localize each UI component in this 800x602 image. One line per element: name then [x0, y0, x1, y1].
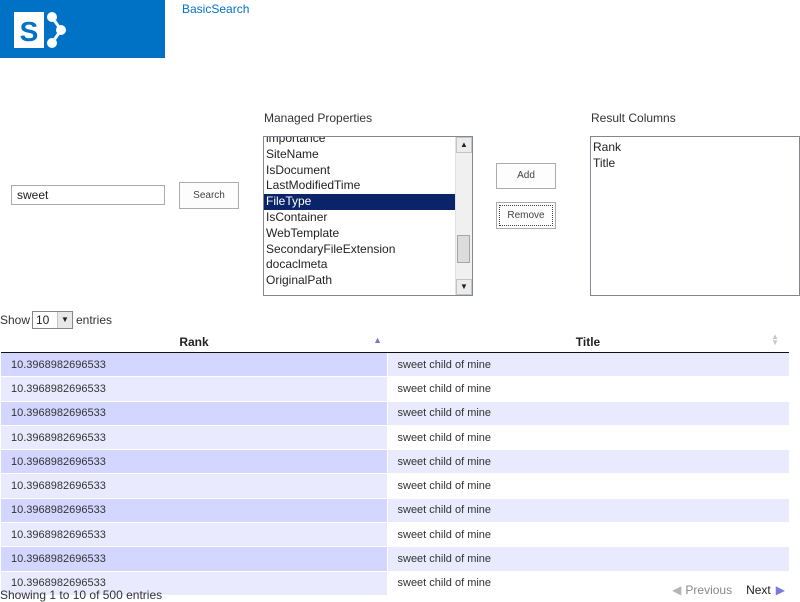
table-row[interactable]: 10.3968982696533 sweet child of mine	[1, 449, 789, 475]
result-column-item[interactable]: Rank	[591, 139, 621, 155]
cell-title: sweet child of mine	[387, 522, 789, 548]
previous-button[interactable]: Previous	[685, 583, 732, 597]
column-header-label: Title	[575, 335, 601, 349]
chevron-down-icon[interactable]: ▼	[57, 312, 72, 328]
cell-rank: 10.3968982696533	[1, 546, 388, 572]
previous-arrow-icon: ◀	[672, 582, 682, 597]
sort-both-icon: ▲ ▼	[771, 332, 779, 347]
result-columns-label: Result Columns	[591, 111, 676, 125]
listbox-item[interactable]: FileType	[264, 194, 456, 210]
next-button[interactable]: Next	[746, 583, 771, 597]
cell-title: sweet child of mine	[387, 376, 789, 402]
listbox-item[interactable]: IsDocument	[264, 163, 456, 179]
entries-per-page-select[interactable]: 10 ▼	[32, 311, 73, 329]
cell-rank: 10.3968982696533	[1, 473, 388, 499]
pagination: ◀ Previous Next ▶	[672, 582, 785, 597]
column-header-label: Rank	[179, 335, 209, 349]
managed-properties-listbox[interactable]: importance SiteName IsDocument LastModified…	[263, 136, 473, 296]
cell-rank: 10.3968982696533	[1, 498, 388, 524]
scrollbar-thumb[interactable]	[457, 235, 470, 263]
table-row[interactable]: 10.3968982696533 sweet child of mine	[1, 522, 789, 548]
show-label: Show	[0, 313, 31, 327]
result-column-item[interactable]: Title	[591, 155, 621, 171]
managed-properties-label: Managed Properties	[264, 111, 373, 125]
listbox-item[interactable]: OriginalPath	[264, 273, 456, 289]
cell-rank: 10.3968982696533	[1, 401, 388, 426]
cell-title: sweet child of mine	[387, 449, 789, 475]
sort-ascending-icon: ▲	[373, 335, 382, 345]
table-row[interactable]: 10.3968982696533 sweet child of mine	[1, 425, 789, 451]
add-button[interactable]: Add	[496, 163, 556, 189]
sharepoint-logo[interactable]: S	[0, 0, 165, 58]
listbox-item[interactable]: WebTemplate	[264, 226, 456, 242]
result-columns-listbox[interactable]: Rank Title	[590, 136, 800, 296]
table-row[interactable]: 10.3968982696533 sweet child of mine	[1, 498, 789, 524]
table-row[interactable]: 10.3968982696533 sweet child of mine	[1, 376, 789, 402]
table-row[interactable]: 10.3968982696533 sweet child of mine	[1, 546, 789, 572]
entries-per-page-value: 10	[36, 313, 50, 327]
next-arrow-icon: ▶	[775, 582, 785, 597]
cell-title: sweet child of mine	[387, 425, 789, 451]
sharepoint-icon: S	[14, 12, 66, 48]
cell-rank: 10.3968982696533	[1, 352, 388, 378]
table-info: Showing 1 to 10 of 500 entries	[0, 588, 163, 602]
listbox-item[interactable]: docaclmeta	[264, 257, 456, 273]
cell-title: sweet child of mine	[387, 498, 789, 524]
scroll-up-arrow-icon[interactable]: ▲	[456, 137, 472, 153]
cell-rank: 10.3968982696533	[1, 376, 388, 402]
listbox-scrollbar[interactable]: ▲ ▼	[455, 137, 472, 295]
search-input[interactable]	[11, 185, 165, 205]
listbox-item[interactable]: SecondaryFileExtension	[264, 242, 456, 258]
results-table: Rank ▲ Title ▲ ▼ 10.3968982696533 sweet ch…	[1, 332, 789, 596]
table-row[interactable]: 10.3968982696533 sweet child of mine	[1, 352, 789, 378]
cell-rank: 10.3968982696533	[1, 425, 388, 451]
entries-label: entries	[76, 313, 113, 327]
listbox-item[interactable]: LastModifiedTime	[264, 178, 456, 194]
remove-button[interactable]: Remove	[496, 202, 556, 229]
cell-rank: 10.3968982696533	[1, 449, 388, 475]
cell-title: sweet child of mine	[387, 352, 789, 378]
cell-rank: 10.3968982696533	[1, 522, 388, 548]
listbox-item[interactable]: IsContainer	[264, 210, 456, 226]
table-row[interactable]: 10.3968982696533 sweet child of mine	[1, 401, 789, 426]
listbox-item[interactable]: importance	[264, 137, 456, 147]
site-title-link[interactable]: BasicSearch	[182, 2, 249, 16]
scroll-down-arrow-icon[interactable]: ▼	[456, 279, 472, 295]
search-button[interactable]: Search	[179, 182, 239, 209]
cell-title: sweet child of mine	[387, 401, 789, 426]
column-header-rank[interactable]: Rank ▲	[1, 332, 387, 353]
listbox-item[interactable]: SiteName	[264, 147, 456, 163]
svg-text:S: S	[20, 16, 39, 47]
column-header-title[interactable]: Title ▲ ▼	[387, 332, 789, 353]
cell-title: sweet child of mine	[387, 473, 789, 499]
table-row[interactable]: 10.3968982696533 sweet child of mine	[1, 473, 789, 499]
cell-title: sweet child of mine	[387, 546, 789, 572]
